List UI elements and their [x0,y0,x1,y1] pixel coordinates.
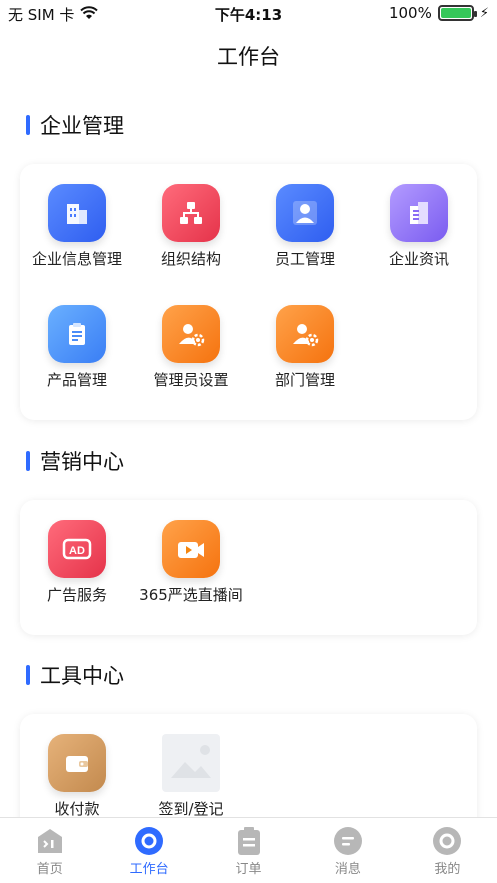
status-bar: 无 SIM 卡 下午4:13 100% ⚡ [0,0,497,28]
marketing-card: AD 广告服务 365严选直播间 [20,500,477,635]
clipboard-icon [48,305,106,363]
wallet-icon [48,734,106,792]
grid-item-ad-service[interactable]: AD 广告服务 [20,520,134,605]
grid-item-employee[interactable]: 员工管理 [248,184,362,269]
home-icon [35,826,65,856]
news-icon [390,184,448,242]
battery-percent: 100% [388,4,432,22]
building-icon [48,184,106,242]
grid-item-checkin[interactable]: 签到/登记 [134,734,248,817]
ad-icon: AD [48,520,106,578]
page-title: 工作台 [0,28,497,86]
employee-icon [276,184,334,242]
grid-item-live-room[interactable]: 365严选直播间 [134,520,248,605]
battery-icon [437,5,477,21]
grid-item-product[interactable]: 产品管理 [20,305,134,390]
svg-text:AD: AD [69,545,85,557]
section-title-tools: 工具中心 [26,660,124,690]
order-icon [234,826,264,856]
grid-item-enterprise-news[interactable]: 企业资讯 [362,184,476,269]
profile-icon [432,826,462,856]
video-camera-icon [162,520,220,578]
admin-settings-icon [162,305,220,363]
tab-profile[interactable]: 我的 [398,818,497,883]
grid-item-enterprise-info[interactable]: 企业信息管理 [20,184,134,269]
message-icon [333,826,363,856]
grid-item-admin-settings[interactable]: 管理员设置 [134,305,248,390]
enterprise-card: 企业信息管理 组织结构 员工管理 企业资讯 产品管理 管理员设置 部门管理 [20,164,477,420]
section-accent-bar [26,451,30,471]
department-icon [276,305,334,363]
section-title-enterprise: 企业管理 [26,110,124,140]
section-accent-bar [26,115,30,135]
tab-orders[interactable]: 订单 [199,818,298,883]
charging-icon: ⚡ [479,5,489,21]
org-chart-icon [162,184,220,242]
tab-workbench[interactable]: 工作台 [99,818,198,883]
main-content[interactable]: 企业管理 企业信息管理 组织结构 员工管理 企业资讯 产品管理 管理员设置 部门… [0,86,497,817]
section-accent-bar [26,665,30,685]
grid-item-payment[interactable]: 收付款 [20,734,134,817]
grid-item-org-structure[interactable]: 组织结构 [134,184,248,269]
tab-home[interactable]: 首页 [0,818,99,883]
workbench-icon [134,826,164,856]
grid-item-department[interactable]: 部门管理 [248,305,362,390]
tab-messages[interactable]: 消息 [298,818,397,883]
image-placeholder-icon [162,734,220,792]
tab-bar: 首页 工作台 订单 消息 我的 [0,817,497,883]
tools-card: 收付款 签到/登记 [20,714,477,817]
section-title-marketing: 营销中心 [26,446,124,476]
